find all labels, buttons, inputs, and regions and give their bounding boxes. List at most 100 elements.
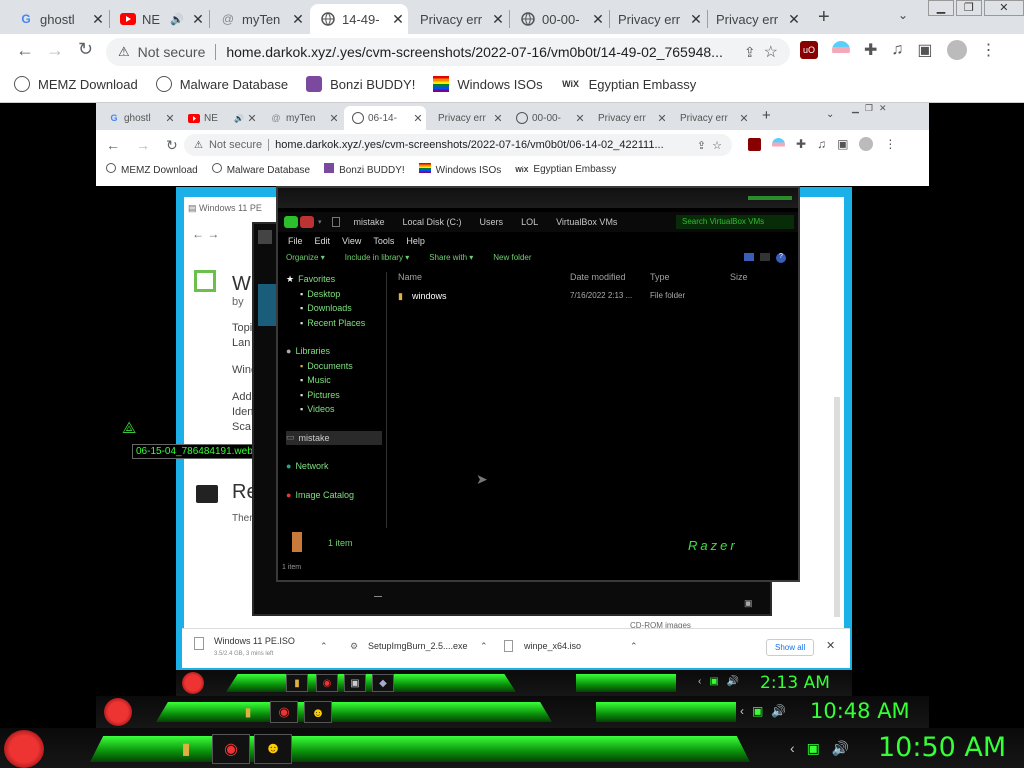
chevron-up-icon[interactable]: ⌃: [630, 641, 638, 652]
inner-tab-ghostl[interactable]: Gghostl ✕: [100, 106, 178, 130]
close-icon[interactable]: ✕: [490, 112, 506, 125]
inner-tab-ne[interactable]: NE 🔊 ✕: [180, 106, 260, 130]
sidepanel-icon[interactable]: ▣: [837, 137, 848, 151]
tray-arrow-icon[interactable]: ‹: [698, 676, 701, 687]
warning-icon[interactable]: ⚠: [118, 44, 130, 60]
menu-edit[interactable]: Edit: [315, 236, 331, 246]
back-icon[interactable]: ←: [16, 40, 34, 61]
ublock-icon[interactable]: [748, 137, 761, 151]
window-control-strip[interactable]: [748, 196, 792, 200]
nav-music[interactable]: ▪ Music: [286, 373, 386, 388]
view-icon[interactable]: [744, 253, 754, 261]
star-icon[interactable]: ☆: [764, 42, 778, 62]
chevron-up-icon[interactable]: ⌃: [320, 641, 328, 652]
close-icon[interactable]: ✕: [488, 11, 508, 28]
close-icon[interactable]: ✕: [784, 11, 804, 28]
battery-icon[interactable]: ▣: [709, 676, 718, 687]
speaker-icon[interactable]: 🔊: [234, 114, 244, 123]
vm-outer-clock[interactable]: 10:48 AM: [810, 699, 910, 723]
speaker-icon[interactable]: 🔊: [170, 13, 184, 26]
back-button[interactable]: [284, 216, 298, 228]
host-clock[interactable]: 10:50 AM: [878, 732, 1006, 763]
battery-icon[interactable]: ▣: [752, 704, 763, 718]
close-icon[interactable]: ✕: [188, 11, 208, 28]
close-icon[interactable]: ✕: [288, 11, 308, 28]
forward-icon[interactable]: →: [136, 137, 150, 154]
folder-icon[interactable]: ▮: [286, 674, 308, 692]
reload-icon[interactable]: ↻: [78, 39, 93, 60]
close-window-icon[interactable]: ✕: [983, 0, 1024, 16]
inner-tab-myten[interactable]: @ myTen ✕: [262, 106, 342, 130]
chevron-up-icon[interactable]: ⌃: [480, 641, 488, 652]
outer-tab-00-00[interactable]: 00-00- ✕: [510, 4, 608, 34]
share-icon[interactable]: ⇪: [744, 44, 756, 61]
close-icon[interactable]: ✕: [162, 112, 178, 125]
breadcrumb-lol[interactable]: LOL: [521, 217, 538, 227]
close-icon[interactable]: ✕: [326, 112, 342, 125]
bookmark-memz[interactable]: MEMZ Download: [14, 76, 138, 92]
close-icon[interactable]: ✕: [588, 11, 608, 28]
reload-icon[interactable]: ↻: [166, 137, 178, 154]
inner-address-bar[interactable]: ⚠ Not secure home.darkok.xyz/.yes/cvm-sc…: [184, 134, 732, 156]
page-scrollbar[interactable]: [834, 397, 840, 617]
share-icon[interactable]: ⇪: [697, 139, 706, 152]
search-input[interactable]: Search VirtualBox VMs: [676, 215, 794, 229]
outer-tab-privacy-3[interactable]: Privacy err ✕: [708, 4, 804, 34]
restore-icon[interactable]: ❐: [865, 103, 873, 114]
outer-tab-ghostl[interactable]: G ghostl ✕: [8, 4, 108, 34]
desktop-file-label[interactable]: 06-15-04_786484191.webp: [132, 444, 263, 459]
bonzi-app-icon[interactable]: ☻: [254, 734, 292, 764]
new-tab-icon[interactable]: +: [762, 107, 771, 124]
media-icon[interactable]: ♫: [817, 137, 826, 151]
inner-tab-06-14[interactable]: 06-14- ✕: [344, 106, 426, 130]
inner-tab-privacy-1[interactable]: Privacy err ✕: [428, 106, 506, 130]
puzzle-icon[interactable]: ✚: [864, 40, 877, 60]
volume-icon[interactable]: 🔊: [727, 676, 739, 687]
volume-icon[interactable]: 🔊: [832, 740, 849, 757]
bookmark-memz[interactable]: MEMZ Download: [106, 163, 198, 176]
avatar[interactable]: [859, 137, 874, 151]
bookmark-windows-isos[interactable]: Windows ISOs: [433, 76, 543, 92]
inner-tab-privacy-3[interactable]: Privacy err ✕: [672, 106, 752, 130]
webp-file-icon[interactable]: ⟁: [122, 420, 136, 438]
close-icon[interactable]: ✕: [654, 112, 670, 125]
chrome-icon[interactable]: ◉: [212, 734, 250, 764]
minimize-icon[interactable]: ▁: [852, 103, 859, 114]
chevron-down-icon[interactable]: ⌄: [826, 109, 834, 120]
folder-icon[interactable]: ▮: [172, 736, 200, 762]
angry-bird-start-icon[interactable]: [4, 730, 44, 768]
share-with-button[interactable]: Share with ▾: [429, 253, 473, 267]
nav-downloads[interactable]: ▪ Downloads: [286, 301, 386, 316]
extension-flag-icon[interactable]: [832, 41, 850, 59]
inner-tab-privacy-2[interactable]: Privacy err ✕: [590, 106, 670, 130]
back-icon[interactable]: ←: [106, 137, 120, 154]
nav-computer[interactable]: ▭ mistake: [286, 430, 382, 445]
breadcrumb-virtualbox[interactable]: VirtualBox VMs: [556, 217, 617, 227]
breadcrumb-local-disk[interactable]: Local Disk (C:): [403, 217, 462, 227]
column-type[interactable]: Type: [650, 272, 670, 282]
app-icon[interactable]: ▣: [344, 674, 366, 692]
page-back-icon[interactable]: ← →: [192, 227, 219, 241]
bookmark-malware[interactable]: Malware Database: [211, 163, 310, 176]
preview-pane-icon[interactable]: [760, 253, 770, 261]
menu-view[interactable]: View: [342, 236, 361, 246]
menu-dots-icon[interactable]: ⋮: [884, 137, 896, 151]
nav-network[interactable]: ● Network: [286, 459, 386, 474]
bonzi-app-icon[interactable]: ☻: [304, 701, 332, 723]
show-all-button[interactable]: Show all: [766, 639, 815, 656]
minimize-icon[interactable]: ▁: [928, 0, 954, 16]
forward-icon[interactable]: →: [46, 40, 64, 61]
vm-inner-clock[interactable]: 2:13 AM: [760, 673, 830, 693]
bookmark-bonzi[interactable]: Bonzi BUDDY!: [306, 76, 415, 92]
nav-documents[interactable]: ▪ Documents: [286, 359, 386, 374]
chrome-icon[interactable]: ◉: [316, 674, 338, 692]
nav-videos[interactable]: ▪ Videos: [286, 402, 386, 417]
close-icon[interactable]: ✕: [88, 11, 108, 28]
puzzle-icon[interactable]: ✚: [796, 137, 806, 151]
column-date-modified[interactable]: Date modified: [570, 272, 626, 282]
close-icon[interactable]: ✕: [686, 11, 706, 28]
battery-icon[interactable]: ▣: [807, 740, 820, 757]
organize-button[interactable]: Organize ▾: [286, 253, 325, 267]
outer-tab-privacy-1[interactable]: Privacy err ✕: [410, 4, 508, 34]
menu-help[interactable]: Help: [406, 236, 425, 246]
